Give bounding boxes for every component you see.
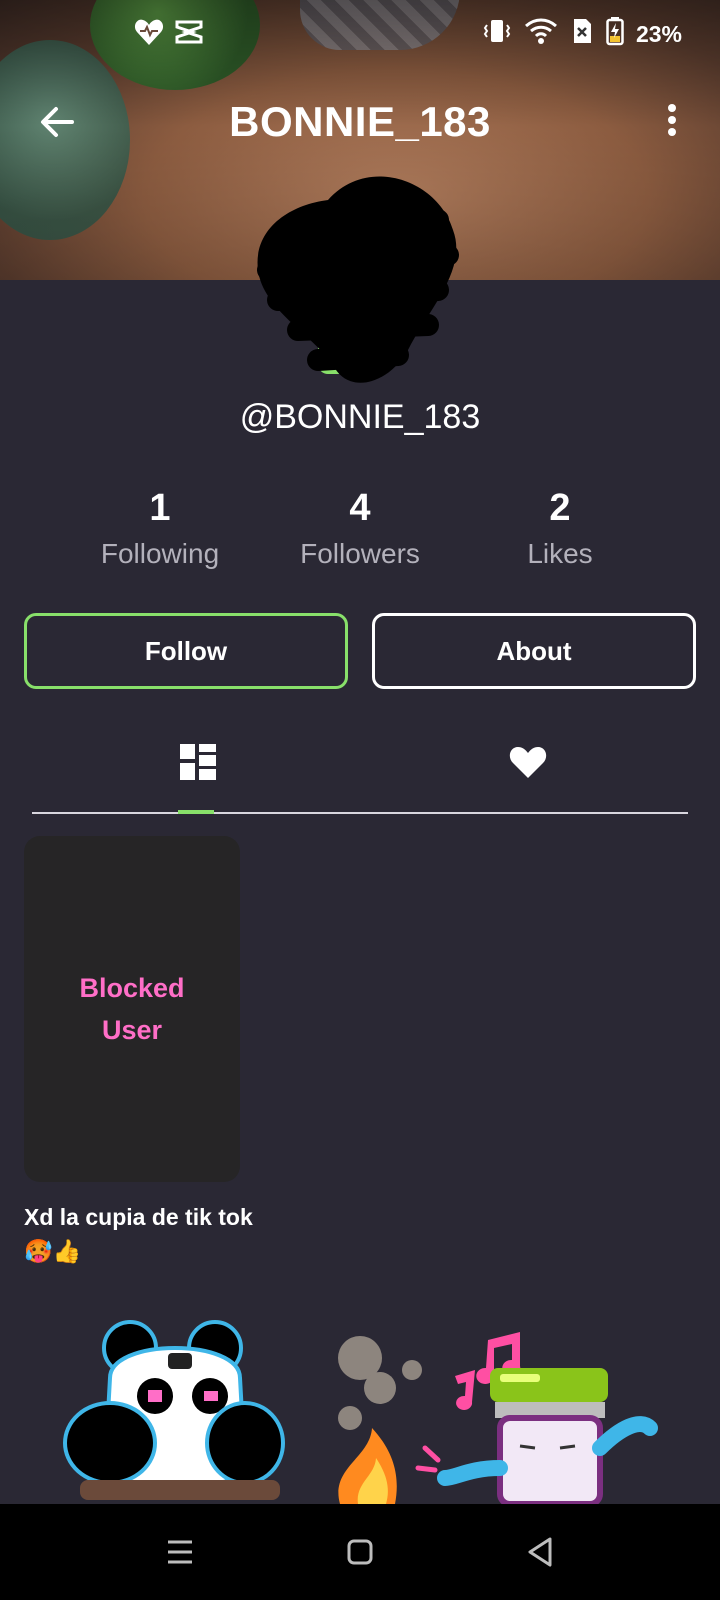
avatar[interactable]: [238, 160, 478, 400]
panda-sticker: [63, 1320, 285, 1500]
active-tab-indicator: [178, 810, 214, 814]
campfire-sticker: [338, 1336, 422, 1504]
page-title: BONNIE_183: [229, 98, 491, 145]
stat-label: Following: [100, 538, 220, 569]
wifi-icon: [524, 16, 558, 52]
stat-value: 4: [349, 487, 371, 529]
system-nav-bar: [0, 1504, 720, 1600]
more-vertical-icon[interactable]: [660, 100, 684, 144]
grid-icon[interactable]: [176, 740, 220, 784]
home-icon[interactable]: [338, 1530, 382, 1574]
decorative-stickers: [0, 1318, 720, 1504]
stat-followers[interactable]: 4 Followers: [260, 486, 460, 570]
stat-label: Followers: [300, 538, 420, 569]
battery-percentage: 23%: [635, 20, 682, 47]
stat-likes: 2 Likes: [460, 486, 660, 570]
video-caption: Xd la cupia de tik tok 🥵👍: [24, 1204, 253, 1264]
recent-apps-icon[interactable]: [158, 1530, 202, 1574]
profile-stats: 1 Following 4 Followers 2 Likes: [0, 486, 720, 586]
jar-sticker: [415, 1368, 658, 1504]
about-button[interactable]: About: [372, 613, 696, 689]
content-tabs: [32, 730, 688, 814]
profile-handle: @BONNIE_183: [239, 398, 481, 436]
stat-value: 1: [149, 487, 171, 529]
stat-value: 2: [549, 487, 571, 529]
status-bar: 23%: [0, 0, 720, 64]
video-thumbnail[interactable]: Blocked User: [24, 836, 240, 1182]
stat-following[interactable]: 1 Following: [60, 486, 260, 570]
blocked-user-label: Blocked User: [79, 973, 185, 1045]
stat-label: Likes: [527, 538, 593, 569]
no-sim-icon: [570, 16, 594, 52]
heart-icon: [134, 18, 164, 51]
back-icon[interactable]: [518, 1530, 562, 1574]
capcut-icon: [174, 18, 204, 51]
follow-button[interactable]: Follow: [24, 613, 348, 689]
heart-icon[interactable]: [506, 740, 550, 784]
vibrate-icon: [482, 16, 512, 52]
battery-charging-icon: [606, 16, 624, 52]
